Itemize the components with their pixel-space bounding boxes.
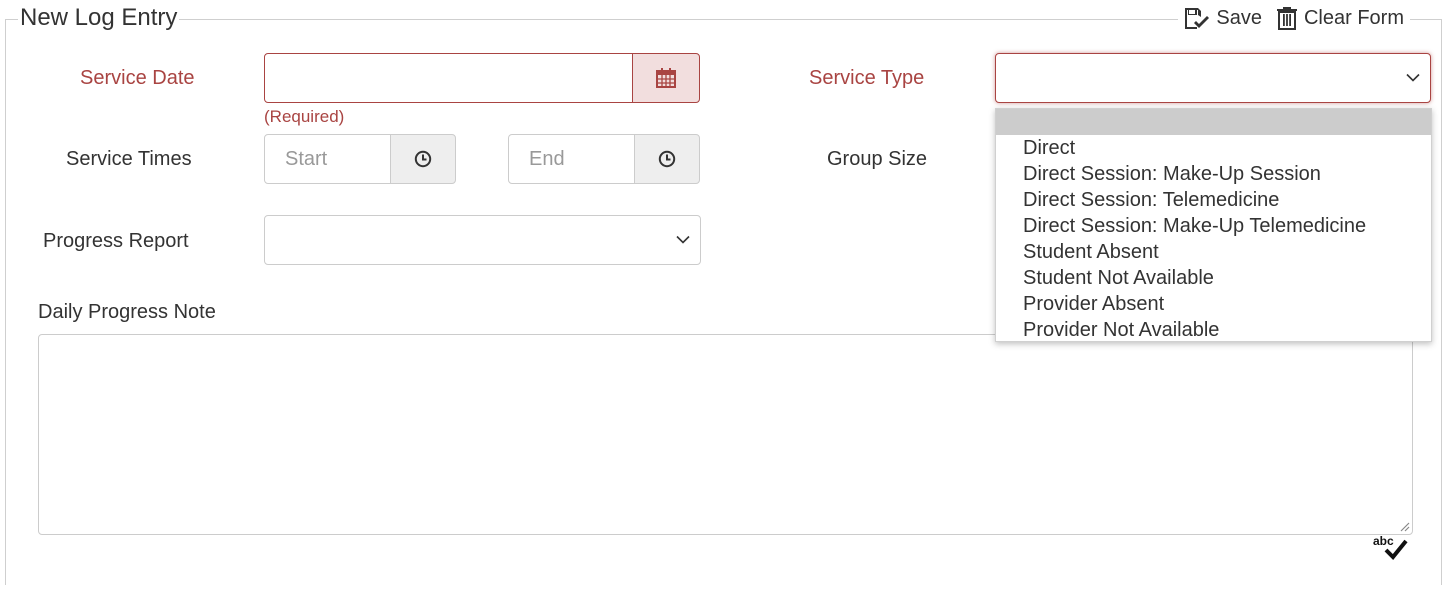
save-button[interactable]: Save xyxy=(1184,7,1262,30)
form-toolbar: Save Clear Form xyxy=(1178,6,1410,30)
progress-report-label: Progress Report xyxy=(43,230,189,252)
dropdown-option-blank[interactable] xyxy=(996,109,1431,135)
calendar-icon xyxy=(656,68,676,88)
clear-form-button[interactable]: Clear Form xyxy=(1276,6,1404,30)
chevron-down-icon xyxy=(1406,73,1420,82)
service-times-label: Service Times xyxy=(66,148,192,170)
dropdown-option-student-absent[interactable]: Student Absent xyxy=(996,239,1431,265)
resize-grip-icon[interactable] xyxy=(1398,520,1410,532)
chevron-down-icon xyxy=(676,235,690,244)
save-label: Save xyxy=(1216,6,1262,29)
end-time-clock-button[interactable] xyxy=(634,134,700,184)
dropdown-option-direct[interactable]: Direct xyxy=(996,135,1431,161)
progress-report-select[interactable] xyxy=(264,215,701,265)
group-size-label: Group Size xyxy=(827,148,928,170)
service-type-label: Service Type xyxy=(809,67,925,89)
start-time-clock-button[interactable] xyxy=(390,134,456,184)
save-icon xyxy=(1185,8,1210,29)
trash-icon xyxy=(1276,7,1297,30)
service-date-required-hint: (Required) xyxy=(264,107,345,126)
calendar-button[interactable] xyxy=(632,53,700,103)
service-type-dropdown: Direct Direct Session: Make-Up Session D… xyxy=(995,108,1432,342)
start-time-input[interactable] xyxy=(264,134,391,184)
service-type-select[interactable] xyxy=(995,53,1431,103)
end-time-input[interactable] xyxy=(508,134,635,184)
form-legend: New Log Entry xyxy=(18,4,180,32)
clock-icon xyxy=(658,150,676,168)
svg-text:abc: abc xyxy=(1373,534,1394,548)
clear-form-label: Clear Form xyxy=(1303,6,1404,29)
dropdown-option-telemedicine[interactable]: Direct Session: Telemedicine xyxy=(996,187,1431,213)
spellcheck-icon[interactable]: abc xyxy=(1372,533,1412,561)
dropdown-option-student-not-available[interactable]: Student Not Available xyxy=(996,265,1431,291)
dropdown-option-makeup-telemedicine[interactable]: Direct Session: Make-Up Telemedicine xyxy=(996,213,1431,239)
dropdown-option-provider-not-available[interactable]: Provider Not Available xyxy=(996,317,1431,343)
daily-progress-note-textarea[interactable] xyxy=(38,334,1413,535)
dropdown-option-provider-absent[interactable]: Provider Absent xyxy=(996,291,1431,317)
service-date-label: Service Date xyxy=(80,67,195,89)
clock-icon xyxy=(414,150,432,168)
service-date-input[interactable] xyxy=(264,53,633,103)
daily-progress-note-label: Daily Progress Note xyxy=(38,301,216,323)
dropdown-option-makeup-session[interactable]: Direct Session: Make-Up Session xyxy=(996,161,1431,187)
